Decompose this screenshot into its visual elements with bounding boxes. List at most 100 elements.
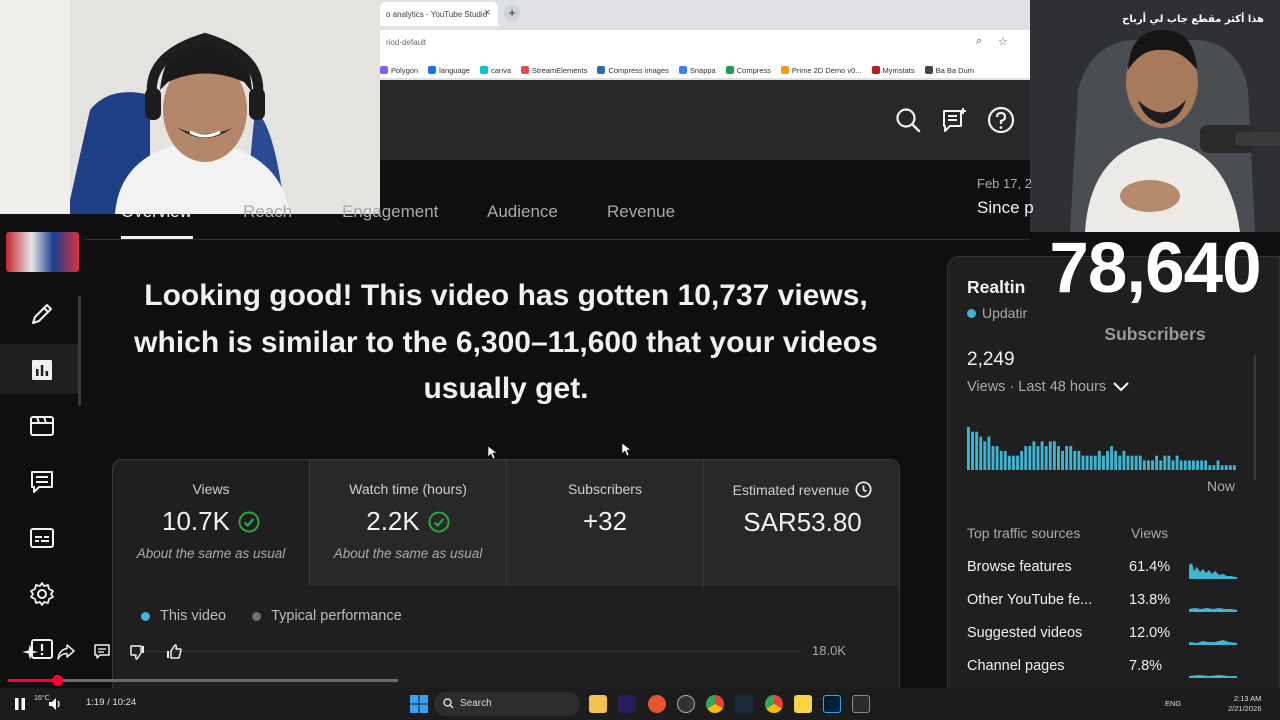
realtime-bar [1224,465,1228,470]
realtime-bar [1007,455,1011,470]
sidebar-item-comments[interactable] [26,466,58,498]
realtime-bar [987,436,991,470]
live-dot-icon [967,308,976,318]
sidebar-item-details[interactable] [26,298,58,330]
traffic-source-row[interactable]: Browse features 61.4% [967,559,1257,581]
realtime-bar [1065,446,1069,470]
traffic-source-row[interactable]: Channel pages 7.8% [967,658,1257,680]
help-icon[interactable] [983,102,1019,138]
tab-audience[interactable]: Audience [487,202,558,222]
realtime-bar [1151,460,1154,470]
bookmark-item[interactable]: StreamElements [521,62,587,78]
zoom-icon[interactable]: ⌕ [976,35,982,48]
traffic-source-row[interactable]: Suggested videos 12.0% [967,625,1257,647]
metric-label: Estimated revenue [732,481,850,498]
pause-icon[interactable] [14,697,26,711]
realtime-bar [1147,460,1150,470]
tab-reach[interactable]: Reach [243,202,292,222]
sidebar-item-editor[interactable] [26,410,58,442]
windows-start-icon[interactable] [410,695,428,713]
browser-tab[interactable]: o analytics - YouTube Studio [380,2,498,26]
sticky-notes-icon[interactable] [794,695,812,713]
traffic-sources-header: Top traffic sources [967,525,1081,541]
tab-close-icon[interactable]: × [484,7,490,19]
sparkline [1189,563,1237,579]
realtime-bar [1061,450,1064,470]
bookmark-item[interactable]: Prime 2D Demo v0... [780,62,862,78]
mouse-cursor-icon [488,446,498,460]
realtime-bar [1089,455,1093,470]
app-icon[interactable] [852,695,870,713]
sidebar-item-settings[interactable] [26,578,58,610]
chart-ytick-label: 18.0K [812,643,846,658]
dislike-icon[interactable] [126,640,150,664]
metric-watch-time[interactable]: Watch time (hours) 2.2K About the same a… [310,460,507,586]
metric-subscribers[interactable]: Subscribers +32 [507,460,704,586]
video-progress-knob[interactable] [52,675,64,686]
steam-icon[interactable] [735,695,753,713]
photoshop-icon[interactable] [823,695,841,713]
chrome-icon[interactable] [765,695,783,713]
realtime-bar [1142,460,1146,470]
analytics-tabs: Overview Reach Engagement Audience Reven… [84,160,1034,240]
realtime-bar [1175,455,1179,470]
realtime-bar [1204,460,1208,470]
taskbar-search[interactable]: Search [434,692,580,716]
premiere-icon[interactable] [618,695,636,713]
feedback-icon[interactable] [937,102,973,138]
realtime-scrollbar[interactable] [1254,355,1256,480]
system-clock[interactable]: 2:13 AM 2/21/2026 [1228,694,1261,714]
video-progress-bar[interactable] [8,675,398,686]
bookmark-item[interactable]: Polygon [380,62,418,78]
realtime-period-dropdown[interactable]: Views · Last 48 hours [967,379,1130,395]
bookmark-item[interactable]: language [428,62,470,78]
file-explorer-icon[interactable] [589,695,607,713]
realtime-views: 2,249 [967,349,1015,370]
sidebar-item-subtitles[interactable] [26,522,58,554]
video-thumbnail[interactable] [6,232,79,272]
bookmark-item[interactable]: Snappa [678,62,716,78]
comment-icon[interactable] [90,640,114,664]
sidebar-scrollbar[interactable] [78,296,81,406]
realtime-bar [1020,450,1024,470]
bookmark-star-icon[interactable]: ☆ [998,35,1008,48]
realtime-bar [1085,455,1089,470]
metric-views[interactable]: Views 10.7K About the same as usual [113,460,310,586]
realtime-bar [1126,455,1130,470]
app-icon[interactable] [677,695,695,713]
sidebar-item-analytics[interactable] [26,354,58,386]
search-icon[interactable] [890,102,926,138]
realtime-bar [1200,460,1204,470]
realtime-bar [1044,446,1048,470]
sparkle-icon[interactable] [18,640,42,664]
bookmark-item[interactable]: canva [479,62,511,78]
webcam-right: هذا أكثر مقطع جاب لي أرباح [1030,0,1280,232]
realtime-bar [1077,450,1081,470]
bookmark-item[interactable]: Ba Ba Dum [924,62,974,78]
bookmark-item[interactable]: Mymstats [871,62,915,78]
like-icon[interactable] [162,640,186,664]
language-indicator[interactable]: ENG [1165,699,1181,708]
sparkline [1189,675,1237,678]
clock-icon [855,481,872,498]
volume-icon[interactable] [48,697,62,711]
bookmark-item[interactable]: Compress [725,62,771,78]
date-range-label[interactable]: Since p [977,198,1034,218]
new-tab-button[interactable]: + [504,5,520,21]
realtime-bar [1216,460,1220,470]
tab-revenue[interactable]: Revenue [607,202,675,222]
realtime-bar-chart[interactable] [967,425,1237,470]
bookmark-item[interactable]: Compress images [597,62,669,78]
tab-engagement[interactable]: Engagement [342,202,438,222]
chart-legend: This video Typical performance [141,608,402,624]
address-bar[interactable]: riod-default ⌕ ☆ [380,30,1030,56]
share-icon[interactable] [54,640,78,664]
realtime-bar [1048,441,1052,470]
chrome-icon[interactable] [706,695,724,713]
realtime-bar [1081,455,1085,470]
metric-revenue[interactable]: Estimated revenue SAR53.80 [704,460,899,586]
traffic-source-row[interactable]: Other YouTube fe... 13.8% [967,592,1257,614]
app-icon[interactable] [648,695,666,713]
date-range-dates[interactable]: Feb 17, 2 [977,176,1032,191]
tab-overview[interactable]: Overview [121,202,192,222]
